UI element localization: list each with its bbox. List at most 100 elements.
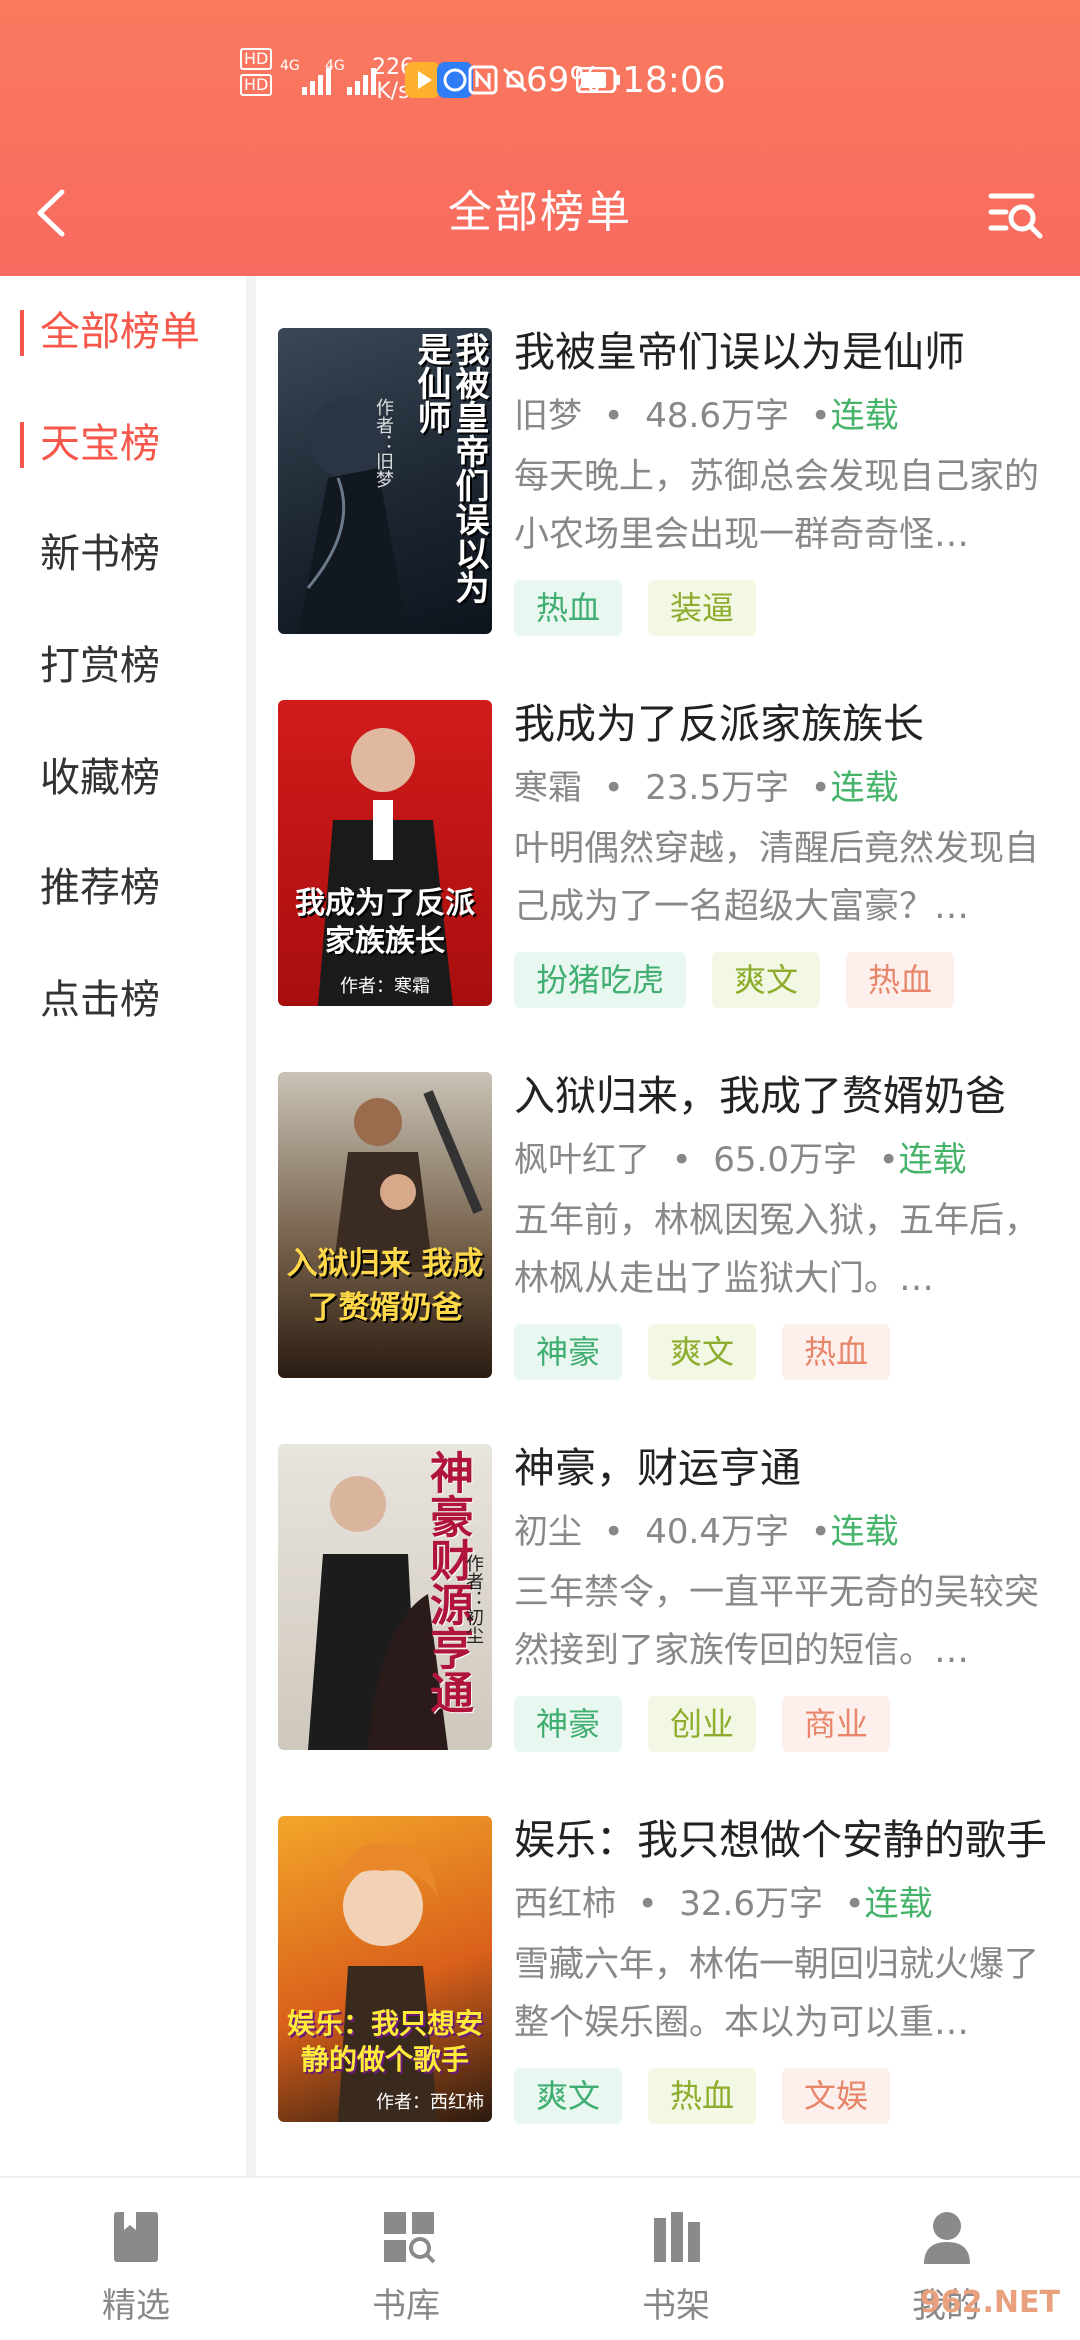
book-desc: 叶明偶然穿越，清醒后竟然发现自己成为了一名超级大富豪？… [514,829,1040,927]
book-item[interactable]: 我成为了反派家族族长 作者：寒霜 我成为了反派家族族长 寒霜 • 23.5万字 … [256,648,1080,1008]
book-author: 寒霜 [514,768,582,808]
tag[interactable]: 扮猪吃虎 [514,952,687,1008]
book-item[interactable]: 娱乐：我只想安静的做个歌手 作者：西红柿 娱乐：我只想做个安静的歌手 西红柿 •… [256,1764,1080,2124]
tag[interactable]: 商业 [782,1696,891,1752]
user-icon [922,2210,970,2264]
book-meta: 西红柿 • 32.6万字 •连载 [514,1884,933,1924]
cover-author: 作者：寒霜 [340,976,430,997]
header: HD HD 4G 4G 226 K/s 69% 18:06 全部榜单 [0,0,1080,276]
active-indicator [20,310,24,356]
book-status: 连载 [830,768,899,808]
bookmark-book-icon [112,2210,160,2264]
book-tags: 扮猪吃虎 爽文 热血 [514,952,955,1008]
book-title[interactable]: 我被皇帝们误以为是仙师 [514,318,965,378]
book-status: 连载 [830,1512,899,1552]
book-tags: 爽文 热血 文娱 [514,2068,891,2124]
hd2-badge: HD [240,74,273,96]
battery-icon [576,40,620,120]
video-app-icon [405,40,441,120]
book-words: 32.6万字 [679,1884,823,1924]
cover-title: 神豪财源亨通 [422,1450,473,1714]
tag[interactable]: 神豪 [514,1696,623,1752]
library-grid-icon [382,2210,436,2264]
tag[interactable]: 装逼 [648,580,757,636]
book-cover[interactable]: 娱乐：我只想安静的做个歌手 作者：西红柿 [278,1816,492,2122]
sidebar-item-tianbao[interactable]: 天宝榜 [40,414,160,474]
site-watermark: 962.NET [919,2285,1060,2320]
book-status: 连载 [864,1884,933,1924]
tab-label: 书库 [372,2286,440,2326]
sidebar-item-click[interactable]: 点击榜 [40,970,160,1030]
sidebar-divider [246,276,256,2176]
book-title[interactable]: 娱乐：我只想做个安静的歌手 [514,1806,1047,1866]
sidebar-item-new[interactable]: 新书榜 [40,524,160,584]
tab-featured[interactable]: 精选 [66,2200,206,2330]
book-desc: 每天晚上，苏御总会发现自己家的小农场里会出现一群奇奇怪… [514,457,1040,555]
book-author: 西红柿 [514,1884,616,1924]
status-bar: HD HD 4G 4G 226 K/s 69% 18:06 [0,40,1080,120]
book-cover[interactable]: 我被皇帝们误以为是仙师 作者：旧梦 [278,328,492,634]
book-status: 连载 [830,396,899,436]
book-cover[interactable]: 我成为了反派家族族长 作者：寒霜 [278,700,492,1006]
tab-label: 精选 [102,2286,170,2326]
cover-title: 我被皇帝们误以为是仙师 [411,332,489,604]
tag[interactable]: 创业 [648,1696,757,1752]
cover-author: 作者：西红柿 [376,2092,484,2113]
tag[interactable]: 文娱 [782,2068,891,2124]
book-list: 我被皇帝们误以为是仙师 作者：旧梦 我被皇帝们误以为是仙师 旧梦 • 48.6万… [256,276,1080,2176]
book-item[interactable]: 我被皇帝们误以为是仙师 作者：旧梦 我被皇帝们误以为是仙师 旧梦 • 48.6万… [256,276,1080,636]
tag[interactable]: 热血 [846,952,955,1008]
book-author: 枫叶红了 [514,1140,650,1180]
cover-title: 入狱归来 我成了赘婿奶爸 [286,1246,484,1326]
book-meta: 寒霜 • 23.5万字 •连载 [514,768,899,808]
tab-label: 书架 [642,2286,710,2326]
book-words: 40.4万字 [645,1512,789,1552]
sidebar-item-recommend[interactable]: 推荐榜 [40,858,160,918]
clock: 18:06 [622,59,726,101]
book-desc: 三年禁令，一直平平无奇的吴较突然接到了家族传回的短信。… [514,1573,1040,1671]
book-meta: 旧梦 • 48.6万字 •连载 [514,396,899,436]
bookshelf-icon [652,2210,700,2264]
book-item[interactable]: 神豪财源亨通 作者：初尘 神豪，财运亨通 初尘 • 40.4万字 •连载 三年禁… [256,1392,1080,1752]
book-status: 连载 [898,1140,967,1180]
book-item[interactable]: 入狱归来 我成了赘婿奶爸 入狱归来，我成了赘婿奶爸 枫叶红了 • 65.0万字 … [256,1020,1080,1380]
tag[interactable]: 热血 [782,1324,891,1380]
tab-bookshelf[interactable]: 书架 [606,2200,746,2330]
book-meta: 初尘 • 40.4万字 •连载 [514,1512,899,1552]
nav-bar: 全部榜单 [0,150,1080,270]
book-tags: 神豪 爽文 热血 [514,1324,891,1380]
book-tags: 神豪 创业 商业 [514,1696,891,1752]
tag[interactable]: 神豪 [514,1324,623,1380]
book-desc: 五年前，林枫因冤入狱，五年后，林枫从走出了监狱大门。… [514,1201,1040,1299]
sidebar-item-collect[interactable]: 收藏榜 [40,748,160,808]
sidebar-item-reward[interactable]: 打赏榜 [40,636,160,696]
book-author: 初尘 [514,1512,582,1552]
book-title[interactable]: 我成为了反派家族族长 [514,690,924,750]
cover-title: 娱乐：我只想安静的做个歌手 [286,2007,483,2076]
nfc-icon [468,40,498,120]
book-title[interactable]: 入狱归来，我成了赘婿奶爸 [514,1062,1006,1122]
book-tags: 热血 装逼 [514,580,757,636]
book-author: 旧梦 [514,396,582,436]
ranking-sidebar: 全部榜单 天宝榜 新书榜 打赏榜 收藏榜 推荐榜 点击榜 [0,276,246,2176]
book-title[interactable]: 神豪，财运亨通 [514,1434,801,1494]
tag[interactable]: 爽文 [648,1324,757,1380]
cover-title: 我成为了反派家族族长 [295,886,475,959]
cover-author: 作者：初尘 [463,1554,484,1644]
book-words: 65.0万字 [713,1140,857,1180]
hd1-badge: HD [240,48,273,70]
bottom-tab-bar: 精选 书库 书架 我的 962.NET [0,2176,1080,2340]
book-cover[interactable]: 神豪财源亨通 作者：初尘 [278,1444,492,1750]
list-search-icon[interactable] [988,188,1044,240]
tag[interactable]: 热血 [514,580,623,636]
page-title: 全部榜单 [448,187,632,238]
tag[interactable]: 爽文 [712,952,821,1008]
book-desc: 雪藏六年，林佑一朝回归就火爆了整个娱乐圈。本以为可以重… [514,1945,1040,2043]
tab-library[interactable]: 书库 [336,2200,476,2330]
sidebar-item-all[interactable]: 全部榜单 [40,302,200,362]
book-cover[interactable]: 入狱归来 我成了赘婿奶爸 [278,1072,492,1378]
tag[interactable]: 爽文 [514,2068,623,2124]
book-meta: 枫叶红了 • 65.0万字 •连载 [514,1140,967,1180]
tag[interactable]: 热血 [648,2068,757,2124]
active-indicator [20,422,24,468]
